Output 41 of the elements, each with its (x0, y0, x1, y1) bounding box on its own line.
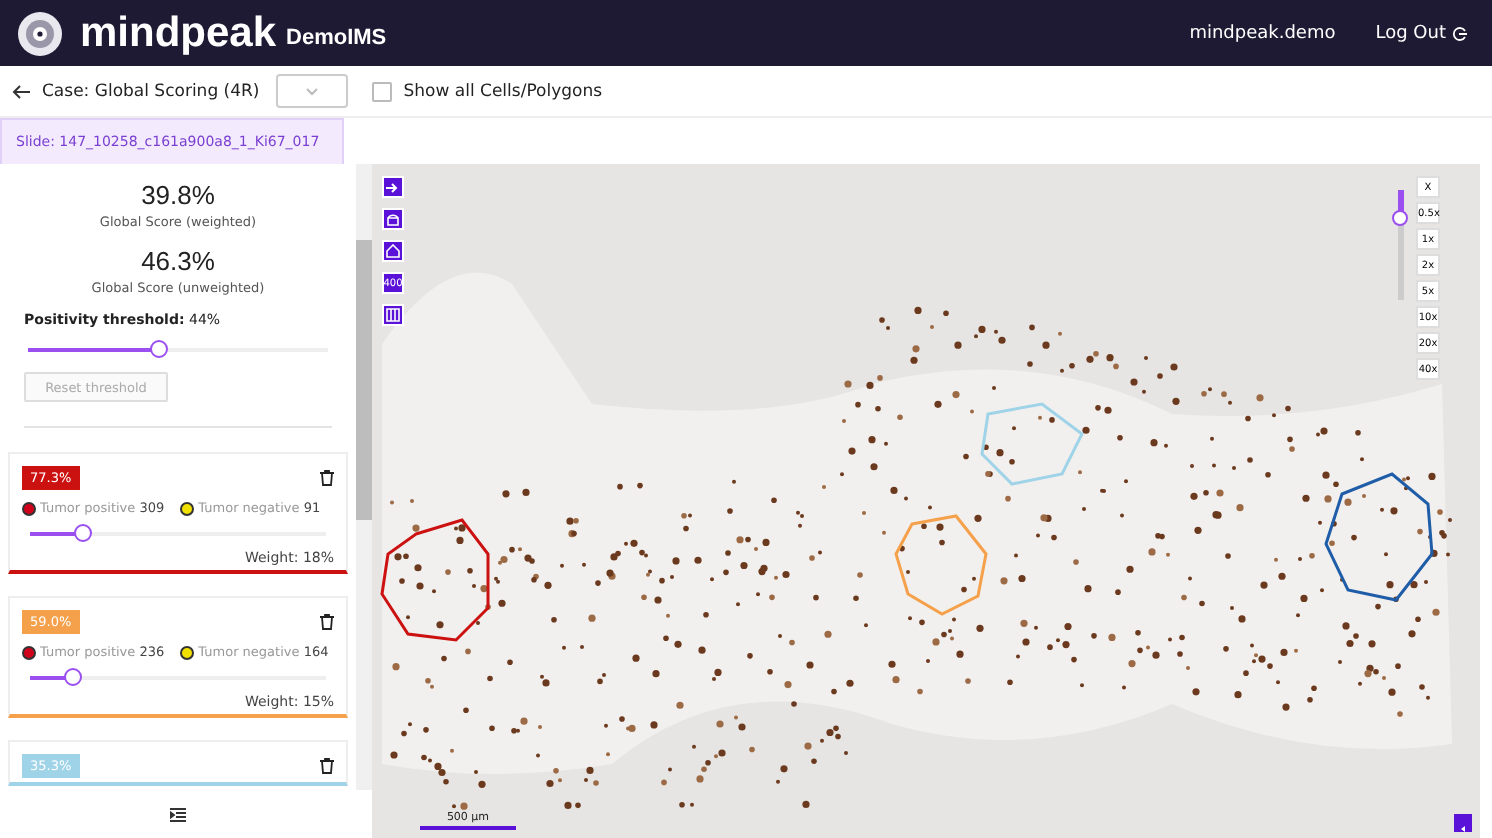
slider-thumb[interactable] (64, 668, 83, 686)
chevron-icon (305, 87, 318, 95)
logout-button[interactable]: Log Out (1375, 23, 1468, 43)
delete-icon[interactable] (320, 758, 334, 774)
region-outline[interactable] (1324, 472, 1434, 602)
slider-thumb[interactable] (73, 524, 92, 542)
arrow-icon (386, 181, 400, 193)
slider-thumb[interactable] (150, 340, 168, 358)
negative-dot (180, 645, 195, 659)
columns-icon (386, 308, 400, 322)
user-name: mindpeak.demo (1189, 23, 1336, 43)
home-icon (386, 244, 400, 258)
delete-icon[interactable] (320, 470, 334, 486)
back-button[interactable] (12, 83, 30, 99)
score-value: 39.8% (139, 180, 217, 210)
scrollbar[interactable] (356, 164, 372, 790)
collapse-button[interactable] (1454, 814, 1472, 832)
columns-tool-button[interactable] (382, 304, 404, 326)
checkbox[interactable] (371, 81, 392, 101)
checkbox-label: Show all Cells/Polygons (403, 81, 603, 101)
zoom-slider[interactable] (1398, 190, 1404, 300)
home-tool-button[interactable] (382, 240, 404, 262)
case-title: Case: Global Scoring (4R) (42, 81, 260, 101)
list-icon[interactable] (170, 807, 186, 821)
score-value: 46.3% (139, 246, 217, 276)
scale-bar (420, 826, 516, 830)
rotate-tool-button[interactable] (382, 208, 404, 230)
logo-icon (16, 9, 64, 57)
lock-icon (386, 212, 400, 226)
positive-dot (22, 645, 36, 659)
negative-dot (180, 501, 195, 515)
region-outline[interactable] (380, 518, 490, 642)
positive-dot (22, 501, 36, 515)
brand-name: mindpeak (80, 9, 277, 57)
arrow-tool-button[interactable] (382, 176, 404, 198)
back-arrow-icon (12, 83, 30, 99)
logout-icon (1452, 25, 1468, 41)
product-name: DemoIMS (286, 26, 387, 50)
delete-icon[interactable] (320, 614, 334, 630)
slider-thumb[interactable] (1392, 209, 1408, 226)
region-outline[interactable] (894, 514, 988, 616)
